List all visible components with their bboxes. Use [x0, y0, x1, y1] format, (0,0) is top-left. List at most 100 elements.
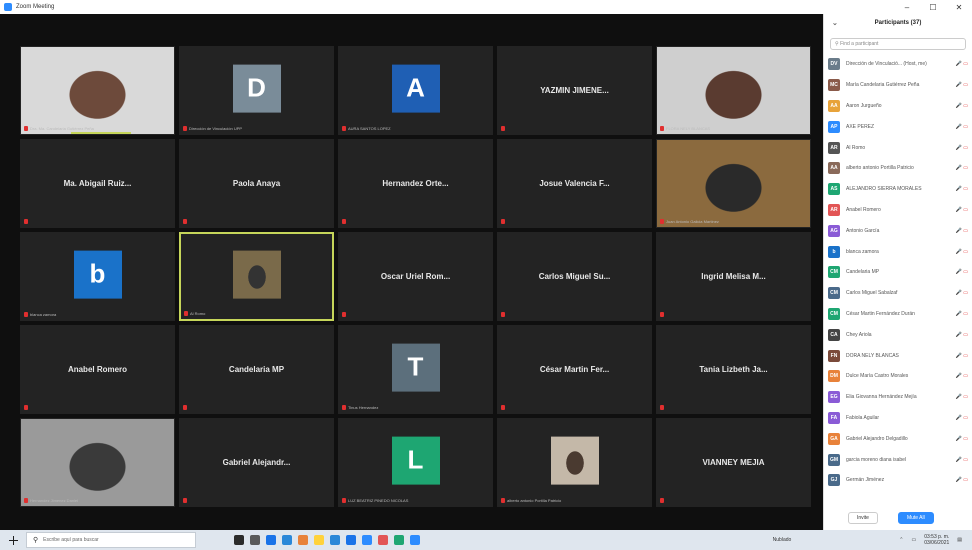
muted-mic-icon: 🎤 ▭	[955, 82, 968, 89]
participant-tile[interactable]: D Dirección de Vinculación UPP	[179, 46, 334, 135]
magnifier-icon: ⚲	[33, 537, 39, 544]
participant-row[interactable]: FA Fabiola Aguilar 🎤 ▭	[828, 408, 968, 429]
participant-name: Gabriel Alejandro Delgadillo	[846, 435, 908, 442]
collapse-chevron-icon[interactable]: ⌄	[832, 19, 838, 27]
pinned-app-icon[interactable]	[330, 535, 340, 545]
taskbar-search-box[interactable]: ⚲ Escribe aquí para buscar	[26, 532, 196, 548]
participant-tile[interactable]: Al Romo	[179, 232, 334, 321]
participant-row[interactable]: GM garcia moreno diana isabel 🎤 ▭	[828, 449, 968, 470]
participant-tile[interactable]: Oscar Uriel Rom...	[338, 232, 493, 321]
participant-row[interactable]: FN DORA NELY BLANCAS 🎤 ▭	[828, 345, 968, 366]
notification-icon[interactable]: ▤	[957, 537, 962, 543]
system-tray: Nublado ⌃ ▭ 03:53 p. m. 03/06/2021 ▤	[773, 530, 962, 550]
participant-name: Dirección de Vinculació... (Host, me)	[846, 61, 927, 68]
participant-tile[interactable]: Candelaria MP	[179, 325, 334, 414]
participant-tile[interactable]: Hernandez Jimenez Daniel	[20, 418, 175, 507]
muted-mic-icon	[660, 126, 664, 131]
participant-row[interactable]: AR Al Romo 🎤 ▭	[828, 137, 968, 158]
clock[interactable]: 03:53 p. m. 03/06/2021	[924, 534, 949, 546]
start-button[interactable]	[0, 530, 26, 550]
participant-row[interactable]: CM César Martin Fernández Durán 🎤 ▭	[828, 304, 968, 325]
participant-tile[interactable]: T Tinus Hernandez	[338, 325, 493, 414]
pinned-app-icon[interactable]	[314, 535, 324, 545]
tray-arrow-icon[interactable]: ⌃	[899, 537, 903, 543]
participant-tile[interactable]: Gabriel Alejandr...	[179, 418, 334, 507]
participant-tile[interactable]: Carlos Miguel Su...	[497, 232, 652, 321]
pinned-app-icon[interactable]	[410, 535, 420, 545]
muted-mic-icon: 🎤 ▭	[955, 331, 968, 338]
participant-tile[interactable]: FLORA NELY BLANCAS	[656, 46, 811, 135]
participant-avatar: DM	[828, 370, 840, 383]
minimize-button[interactable]: –	[894, 0, 920, 14]
participant-tile[interactable]: A AURA SANTOS LOPEZ	[338, 46, 493, 135]
participant-search-input[interactable]: ⚲ Find a participant	[830, 38, 966, 50]
participant-name: DORA NELY BLANCAS	[846, 352, 899, 359]
participant-row[interactable]: MC María Candelaria Gutiérrez Peña 🎤 ▭	[828, 75, 968, 96]
participant-row[interactable]: CM Carlos Miguel Sabalzaf 🎤 ▭	[828, 283, 968, 304]
participant-tile[interactable]: Anabel Romero	[20, 325, 175, 414]
participant-row[interactable]: GJ Germán Jiménez 🎤 ▭	[828, 470, 968, 491]
muted-mic-icon	[501, 498, 505, 503]
pinned-app-icon[interactable]	[346, 535, 356, 545]
participants-header: ⌄ Participants (37)	[824, 14, 972, 32]
pinned-app-icon[interactable]	[234, 535, 244, 545]
network-icon[interactable]: ▭	[912, 537, 917, 543]
maximize-button[interactable]: ☐	[920, 0, 946, 14]
participant-display-name: Ingrid Melisa M...	[701, 272, 766, 281]
participant-tile[interactable]: alberto antonio Portilla Patricio	[497, 418, 652, 507]
pinned-app-icon[interactable]	[266, 535, 276, 545]
participant-row[interactable]: EG Elia Giovanna Hernández Mejía 🎤 ▭	[828, 387, 968, 408]
participant-row[interactable]: AA Aaron Jurgueño 🎤 ▭	[828, 96, 968, 117]
participant-row[interactable]: DV Dirección de Vinculació... (Host, me) 🎤…	[828, 54, 968, 75]
participant-tile[interactable]: Juan Antonio Galicia Martinez	[656, 139, 811, 228]
participant-tile[interactable]: Paola Anaya	[179, 139, 334, 228]
pinned-app-icon[interactable]	[282, 535, 292, 545]
participant-tile[interactable]: Dra. Ma. Candelaria Gutiérrez Peña	[20, 46, 175, 135]
participant-name-label: FLORA NELY BLANCAS	[666, 126, 711, 131]
participant-row[interactable]: AS ALEJANDRO SIERRA MORALES 🎤 ▭	[828, 179, 968, 200]
participant-tile[interactable]: Tania Lizbeth Ja...	[656, 325, 811, 414]
profile-picture	[550, 436, 599, 485]
participant-tile[interactable]: Josue Valencia F...	[497, 139, 652, 228]
pinned-app-icon[interactable]	[298, 535, 308, 545]
participant-row[interactable]: AP AXE PEREZ 🎤 ▭	[828, 116, 968, 137]
participant-tile[interactable]: Ingrid Melisa M...	[656, 232, 811, 321]
muted-mic-icon	[660, 405, 664, 410]
participant-tile[interactable]: Hernandez Orte...	[338, 139, 493, 228]
muted-mic-icon	[24, 219, 28, 224]
close-button[interactable]: ✕	[946, 0, 972, 14]
pinned-app-icon[interactable]	[394, 535, 404, 545]
participant-display-name: Candelaria MP	[228, 365, 285, 374]
participant-tile[interactable]: VIANNEY MEJIA	[656, 418, 811, 507]
muted-mic-icon: 🎤 ▭	[955, 394, 968, 401]
participant-tile[interactable]: b blanca zamora	[20, 232, 175, 321]
muted-mic-icon	[183, 405, 187, 410]
participant-tile[interactable]: L LUZ BEATRIZ PINEDO NICOLAS	[338, 418, 493, 507]
participant-tile[interactable]: YAZMIN JIMENE...	[497, 46, 652, 135]
pinned-app-icon[interactable]	[378, 535, 388, 545]
participant-row[interactable]: AA alberto antonio Portilla Patricio 🎤 ▭	[828, 158, 968, 179]
participant-name-label: AURA SANTOS LOPEZ	[348, 126, 391, 131]
pinned-app-icon[interactable]	[362, 535, 372, 545]
window-title: Zoom Meeting	[16, 4, 55, 10]
muted-mic-icon: 🎤 ▭	[955, 477, 968, 484]
muted-mic-icon: 🎤 ▭	[955, 206, 968, 213]
participant-row[interactable]: AG Antonio García 🎤 ▭	[828, 220, 968, 241]
mute-all-button[interactable]: Mute All	[897, 512, 934, 524]
participant-row[interactable]: CM Candelaria MP 🎤 ▭	[828, 262, 968, 283]
participant-tile[interactable]: Ma. Abigail Ruiz...	[20, 139, 175, 228]
participant-name: Dulce María Castro Morales	[846, 373, 909, 380]
participant-row[interactable]: AR Anabel Romero 🎤 ▭	[828, 200, 968, 221]
pinned-app-icon[interactable]	[250, 535, 260, 545]
participants-title: Participants (37)	[874, 20, 922, 26]
participant-row[interactable]: CA Chey Ariola 🎤 ▭	[828, 324, 968, 345]
participant-row[interactable]: GA Gabriel Alejandro Delgadillo 🎤 ▭	[828, 428, 968, 449]
participant-row[interactable]: b blanca zamora 🎤 ▭	[828, 241, 968, 262]
participant-avatar: GM	[828, 453, 840, 466]
invite-button[interactable]: Invite	[848, 512, 878, 524]
participant-avatar: T	[391, 343, 440, 392]
weather-label[interactable]: Nublado	[773, 537, 792, 543]
participant-row[interactable]: DM Dulce María Castro Morales 🎤 ▭	[828, 366, 968, 387]
participant-tile[interactable]: César Martin Fer...	[497, 325, 652, 414]
participant-avatar: AP	[828, 120, 840, 133]
